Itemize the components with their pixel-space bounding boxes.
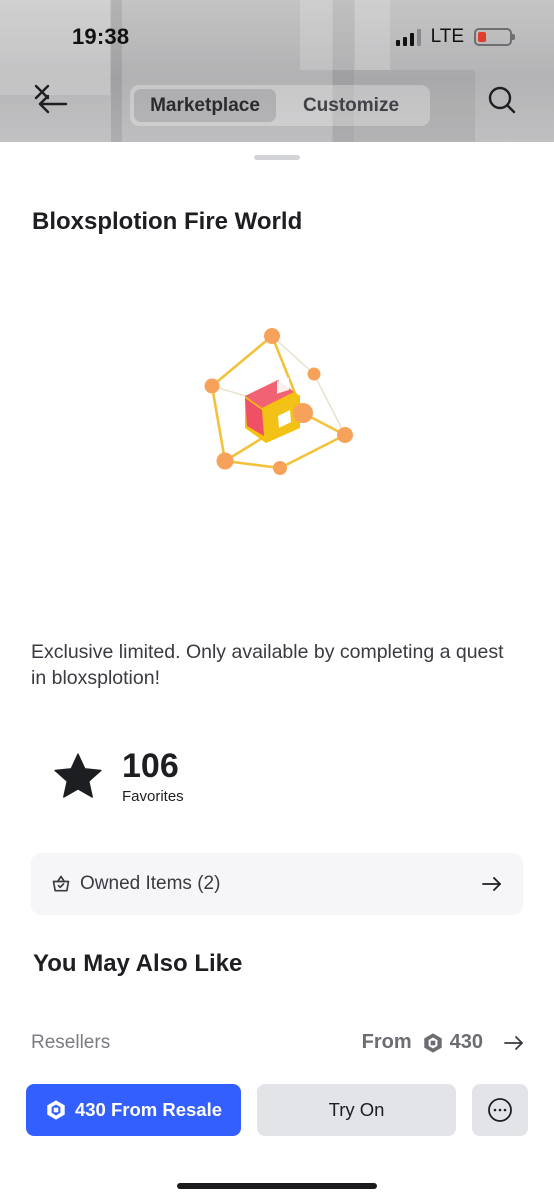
try-on-button[interactable]: Try On <box>257 1084 456 1136</box>
status-time: 19:38 <box>72 24 130 49</box>
battery-icon <box>474 28 515 46</box>
item-preview-image[interactable] <box>190 318 370 488</box>
arrow-right-icon <box>503 1035 525 1051</box>
item-detail-sheet: Bloxsplotion Fire World Exclusive limite… <box>0 142 554 1200</box>
home-indicator[interactable] <box>177 1183 377 1189</box>
shopping-basket-icon <box>51 874 71 894</box>
resellers-from-price[interactable]: From 430 <box>362 1031 525 1054</box>
network-label: LTE <box>430 26 464 47</box>
tab-customize[interactable]: Customize <box>276 89 426 122</box>
favorites-stat: 106 Favorites <box>50 748 184 805</box>
more-options-icon <box>487 1097 513 1123</box>
status-indicators: LTE <box>395 26 515 48</box>
reseller-price: 430 <box>449 1031 483 1053</box>
you-may-also-like-heading: You May Also Like <box>33 950 243 977</box>
back-arrow-icon[interactable] <box>32 82 68 118</box>
favorites-count: 106 <box>122 747 179 785</box>
item-description: Exclusive limited. Only available by com… <box>31 641 504 689</box>
buy-from-resale-button[interactable]: 430 From Resale <box>26 1084 241 1136</box>
robux-icon <box>45 1099 67 1121</box>
arrow-right-icon <box>481 876 503 892</box>
tab-marketplace[interactable]: Marketplace <box>134 89 276 122</box>
more-options-button[interactable] <box>472 1084 528 1136</box>
favorite-star-icon[interactable] <box>50 749 106 805</box>
signal-icon <box>395 28 421 46</box>
robux-icon <box>422 1032 444 1054</box>
resellers-row: Resellers From 430 <box>31 1031 525 1054</box>
from-label: From <box>361 1031 412 1053</box>
favorites-label: Favorites <box>122 788 184 805</box>
sheet-drag-handle[interactable] <box>254 155 300 160</box>
owned-items-row[interactable]: Owned Items (2) <box>31 853 523 915</box>
search-icon[interactable] <box>484 82 520 118</box>
buy-button-label: 430 From Resale <box>74 1099 223 1120</box>
owned-items-label: Owned Items (2) <box>80 873 221 894</box>
resellers-label: Resellers <box>31 1031 111 1053</box>
action-bar: 430 From Resale Try On <box>26 1084 528 1136</box>
marketplace-customize-toggle: Marketplace Customize <box>130 85 430 126</box>
item-title: Bloxsplotion Fire World <box>32 208 303 235</box>
